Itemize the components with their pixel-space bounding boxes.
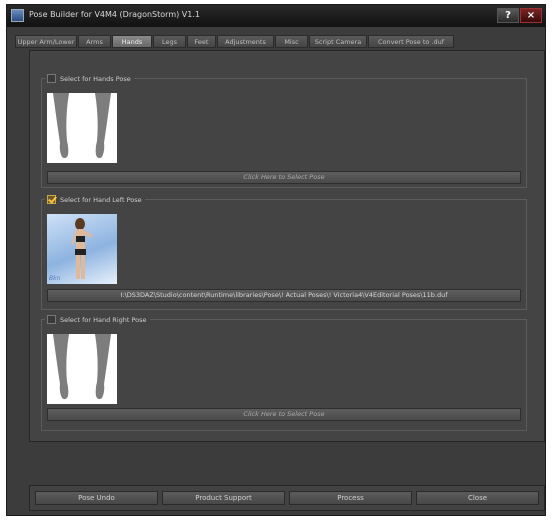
help-button[interactable]: ? bbox=[497, 8, 519, 23]
title-bar[interactable]: Pose Builder for V4M4 (DragonStorm) V1.1… bbox=[7, 5, 545, 27]
hand-right-pose-group-label: Select for Hand Right Pose bbox=[45, 314, 150, 325]
hands-silhouette-icon bbox=[53, 334, 111, 400]
tab-adjustments[interactable]: Adjustments bbox=[217, 35, 274, 48]
pose-undo-button[interactable]: Pose Undo bbox=[35, 491, 158, 505]
product-support-button[interactable]: Product Support bbox=[162, 491, 285, 505]
close-window-button[interactable]: × bbox=[520, 8, 542, 23]
tab-hands[interactable]: Hands bbox=[112, 35, 152, 48]
pose-builder-window: Pose Builder for V4M4 (DragonStorm) V1.1… bbox=[6, 4, 546, 516]
window-title: Pose Builder for V4M4 (DragonStorm) V1.1 bbox=[29, 10, 200, 19]
hands-pose-group-label: Select for Hands Pose bbox=[45, 73, 134, 84]
tab-arms[interactable]: Arms bbox=[78, 35, 111, 48]
tab-feet[interactable]: Feet bbox=[187, 35, 216, 48]
tab-script-camera[interactable]: Script Camera bbox=[309, 35, 367, 48]
tab-convert-pose-to-duf[interactable]: Convert Pose to .duf bbox=[368, 35, 454, 48]
hands-silhouette-icon bbox=[53, 93, 111, 159]
hand-right-select-pose-button[interactable]: Click Here to Select Pose bbox=[47, 408, 521, 421]
figure-preview-icon bbox=[71, 218, 93, 279]
hand-left-pose-group-label: Select for Hand Left Pose bbox=[45, 194, 145, 205]
hand-right-pose-label: Select for Hand Right Pose bbox=[60, 315, 147, 324]
process-button[interactable]: Process bbox=[289, 491, 412, 505]
hand-left-pose-label: Select for Hand Left Pose bbox=[60, 195, 142, 204]
hand-right-pose-checkbox[interactable] bbox=[47, 315, 56, 324]
hand-right-pose-group: Select for Hand Right Pose Click Here to… bbox=[41, 314, 527, 431]
hands-pose-group: Select for Hands Pose Click Here to Sele… bbox=[41, 73, 527, 188]
hand-right-pose-thumbnail bbox=[47, 334, 117, 404]
footer-button-bar: Pose Undo Product Support Process Close bbox=[29, 485, 545, 511]
tab-upper-arm-lower[interactable]: Upper Arm/Lower bbox=[15, 35, 77, 48]
tab-misc[interactable]: Misc bbox=[275, 35, 308, 48]
hands-select-pose-button[interactable]: Click Here to Select Pose bbox=[47, 171, 521, 184]
hand-left-pose-group: Select for Hand Left Pose Bkn I:\DS3DAZ\… bbox=[41, 194, 527, 310]
hands-pose-checkbox[interactable] bbox=[47, 74, 56, 83]
hand-left-selected-pose-path-button[interactable]: I:\DS3DAZ\Studio\content\Runtime\librari… bbox=[47, 289, 521, 302]
tab-bar: Upper Arm/Lower Arms Hands Legs Feet Adj… bbox=[15, 35, 541, 49]
app-icon bbox=[11, 9, 24, 22]
tab-legs[interactable]: Legs bbox=[153, 35, 186, 48]
hands-pose-thumbnail bbox=[47, 93, 117, 163]
close-button[interactable]: Close bbox=[416, 491, 539, 505]
hands-tab-panel: Select for Hands Pose Click Here to Sele… bbox=[29, 50, 545, 442]
hand-left-pose-thumbnail: Bkn bbox=[47, 214, 117, 284]
hands-pose-label: Select for Hands Pose bbox=[60, 74, 131, 83]
hand-left-pose-checkbox[interactable] bbox=[47, 195, 56, 204]
thumbnail-caption: Bkn bbox=[49, 275, 61, 282]
